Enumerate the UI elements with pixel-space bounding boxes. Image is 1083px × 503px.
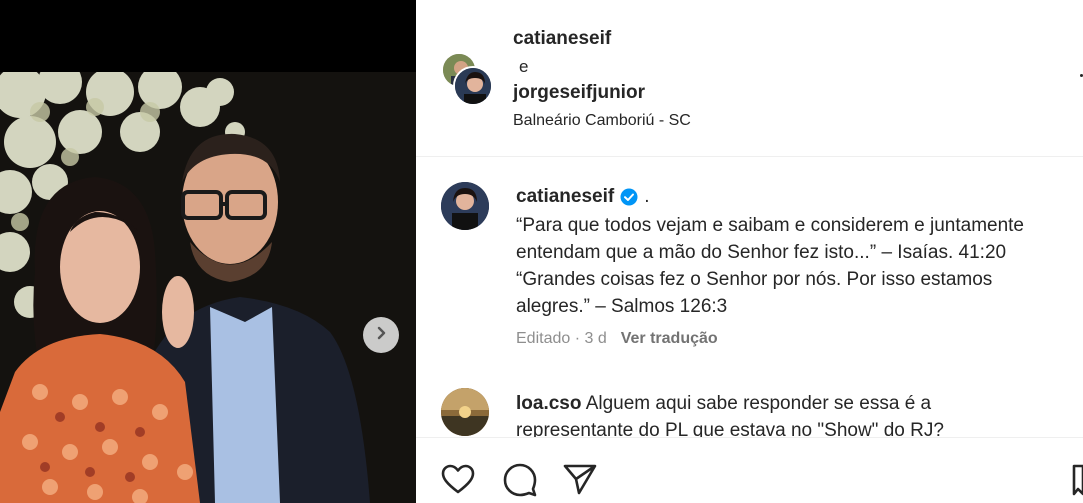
comment-username[interactable]: loa.cso: [516, 393, 581, 414]
post-location[interactable]: Balneário Camboriú - SC: [513, 112, 691, 130]
comment-text: Alguem aqui sabe responder se essa é a: [581, 393, 932, 414]
post-actions-bar: [416, 437, 1083, 503]
next-media-button[interactable]: [363, 317, 399, 353]
comment-item: loa.cso Alguem aqui sabe responder se es…: [516, 390, 1076, 444]
caption-username[interactable]: catianeseif: [516, 186, 614, 208]
caption-dot: .: [644, 186, 650, 207]
heart-icon: [440, 464, 476, 502]
media-letterbox: [0, 0, 416, 72]
post-media: [0, 0, 416, 503]
comment-button[interactable]: [502, 462, 538, 498]
see-translation-link[interactable]: Ver tradução: [621, 330, 718, 347]
avatar[interactable]: [441, 182, 489, 230]
post-header: catianeseif e jorgeseifjunior Balneário …: [416, 0, 1083, 157]
caption-header: catianeseif .: [516, 186, 650, 208]
collab-connector: e: [519, 57, 529, 76]
chevron-right-icon: [373, 325, 389, 346]
caption-text: “Para que todos vejam e saibam e conside…: [516, 212, 1081, 320]
bookmark-icon: [1072, 464, 1083, 502]
post-photo: [0, 72, 416, 503]
caption-line: “Grandes coisas fez o Senhor por nós. Po…: [516, 269, 993, 290]
collab-avatars[interactable]: [441, 52, 493, 106]
caption-meta: Editado · 3 d Ver tradução: [516, 330, 718, 348]
avatar[interactable]: [441, 388, 489, 436]
post-details-panel: catianeseif e jorgeseifjunior Balneário …: [416, 0, 1083, 503]
collab-username-1[interactable]: catianeseif: [513, 28, 611, 50]
comment-icon: [502, 463, 538, 502]
save-button[interactable]: [1072, 462, 1083, 498]
like-button[interactable]: [440, 462, 476, 498]
caption-line: entendam que a mão do Senhor fez isto...…: [516, 242, 1007, 263]
edited-timestamp: Editado · 3 d: [516, 330, 607, 347]
verified-badge-icon: [620, 188, 638, 206]
caption-line: “Para que todos vejam e saibam e conside…: [516, 215, 1024, 236]
share-button[interactable]: [562, 462, 598, 498]
avatar[interactable]: [453, 66, 493, 106]
collab-username-2[interactable]: jorgeseifjunior: [513, 82, 645, 104]
send-icon: [562, 464, 598, 502]
caption-line: alegres.” – Salmos 126:3: [516, 296, 728, 317]
